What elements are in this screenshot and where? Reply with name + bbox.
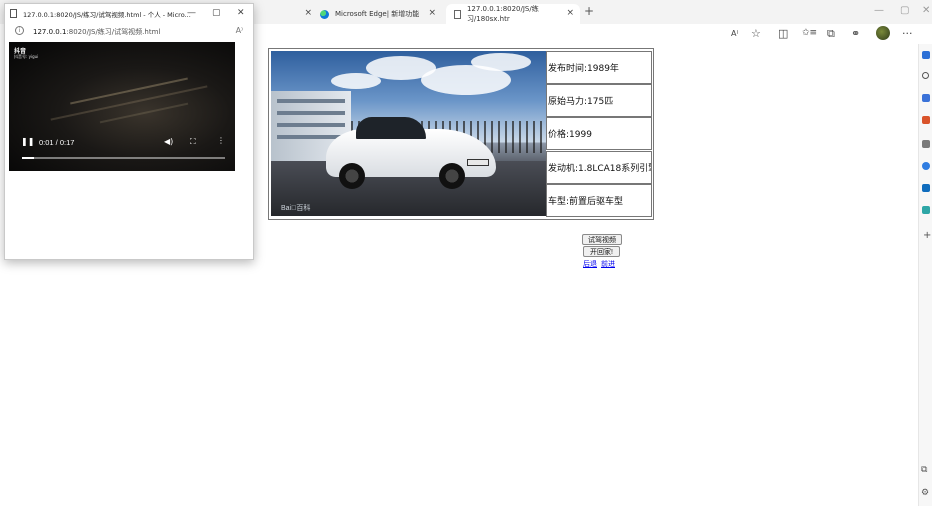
search-icon[interactable] <box>922 72 929 79</box>
read-aloud-icon[interactable]: A⁾ <box>731 29 738 38</box>
copilot-icon[interactable] <box>922 162 930 170</box>
url-host: 127.0.0.1 <box>33 27 67 36</box>
close-icon[interactable]: × <box>566 8 574 18</box>
page-icon <box>454 9 461 19</box>
more-menu-icon[interactable]: ··· <box>902 27 913 40</box>
baidu-watermark: Bai⃝百科 <box>281 205 311 212</box>
tab-label: Microsoft Edge| 新增功能 <box>335 10 420 18</box>
spec-engine: 发动机:1.8LCA18系列引擎 <box>546 151 652 184</box>
video-progress-fill <box>22 157 35 159</box>
video-progress-bar[interactable] <box>22 157 225 159</box>
fullscreen-icon[interactable]: ⛶ <box>190 137 196 147</box>
collections-icon[interactable]: ⧉ <box>827 27 835 41</box>
minimize-icon[interactable]: — <box>187 8 196 18</box>
split-screen-icon[interactable]: ◫ <box>778 27 788 40</box>
extensions-icon[interactable]: ⚭ <box>851 27 860 40</box>
popup-title: 127.0.0.1:8020/JS/练习/试驾视频.html - 个人 - Mi… <box>23 10 191 19</box>
browser-window: × Microsoft Edge| 新增功能 × 127.0.0.1:8020/… <box>0 0 932 506</box>
spec-price: 价格:1999 <box>546 117 652 150</box>
douyin-account: 抖音号: yigui <box>14 54 39 59</box>
favorites-icon[interactable]: ✩≡ <box>802 28 817 38</box>
maximize-icon[interactable]: ▢ <box>900 5 909 16</box>
close-icon[interactable]: × <box>304 8 312 18</box>
maximize-icon[interactable]: ▢ <box>212 8 221 18</box>
drive-home-button[interactable]: 开回家! <box>583 246 620 257</box>
spec-release-date: 发布时间:1989年 <box>546 51 652 84</box>
sidebar-layout-icon[interactable]: ⧉ <box>921 465 927 475</box>
edge-sidebar: + ⧉ ⚙ <box>918 44 932 506</box>
video-popup-window: 127.0.0.1:8020/JS/练习/试驾视频.html - 个人 - Mi… <box>4 3 254 260</box>
info-icon[interactable]: i <box>15 26 24 35</box>
read-aloud-icon[interactable]: A⁾ <box>236 26 243 35</box>
popup-close-icon[interactable]: ✕ <box>237 8 245 18</box>
sidebar-blue-icon[interactable] <box>922 51 930 59</box>
tools-icon[interactable] <box>922 116 930 124</box>
url-path: :8020/JS/练习/试驾视频.html <box>66 27 161 36</box>
new-tab-button[interactable]: + <box>584 4 594 18</box>
video-player[interactable]: 抖音 抖音号: yigui ❚❚ 0:01 / 0:17 ◀) ⛶ ⋮ <box>9 42 235 171</box>
video-time: 0:01 / 0:17 <box>39 138 75 147</box>
spec-drivetrain: 车型:前置后驱车型 <box>546 184 652 217</box>
volume-icon[interactable]: ◀) <box>164 137 173 146</box>
pause-icon[interactable]: ❚❚ <box>21 137 34 146</box>
tab-180sx-page[interactable]: 127.0.0.1:8020/JS/练习/180sx.htr × <box>446 4 580 24</box>
test-drive-video-button[interactable]: 试驾视频 <box>582 234 622 245</box>
car-photo: Bai⃝百科 <box>271 51 546 216</box>
tab-microsoft-edge-whats-new[interactable]: Microsoft Edge| 新增功能 × <box>312 4 442 24</box>
add-sidebar-app-icon[interactable]: + <box>923 230 931 241</box>
tab-label: 127.0.0.1:8020/JS/练习/180sx.htr <box>466 5 539 23</box>
forward-link[interactable]: 前进 <box>601 259 615 269</box>
close-icon[interactable]: × <box>428 8 436 18</box>
popup-titlebar: 127.0.0.1:8020/JS/练习/试驾视频.html - 个人 - Mi… <box>5 4 253 23</box>
edge-icon <box>320 9 329 19</box>
outlook-icon[interactable] <box>922 184 930 192</box>
page-icon <box>10 9 17 18</box>
drop-icon[interactable] <box>922 206 930 214</box>
more-options-icon[interactable]: ⋮ <box>217 136 225 145</box>
window-close-icon[interactable]: ✕ <box>922 5 930 16</box>
shopping-icon[interactable] <box>922 94 930 102</box>
spec-column: 发布时间:1989年 原始马力:175匹 价格:1999 发动机:1.8LCA1… <box>546 51 652 217</box>
favorite-star-icon[interactable]: ☆ <box>751 27 761 40</box>
sidebar-settings-icon[interactable]: ⚙ <box>921 488 929 498</box>
games-icon[interactable] <box>922 140 930 148</box>
back-link[interactable]: 后退 <box>583 259 597 269</box>
spec-horsepower: 原始马力:175匹 <box>546 84 652 117</box>
popup-address-bar[interactable]: i 127.0.0.1 :8020/JS/练习/试驾视频.html A⁾ <box>5 23 253 40</box>
minimize-icon[interactable]: — <box>874 5 884 16</box>
avatar[interactable] <box>876 26 890 40</box>
